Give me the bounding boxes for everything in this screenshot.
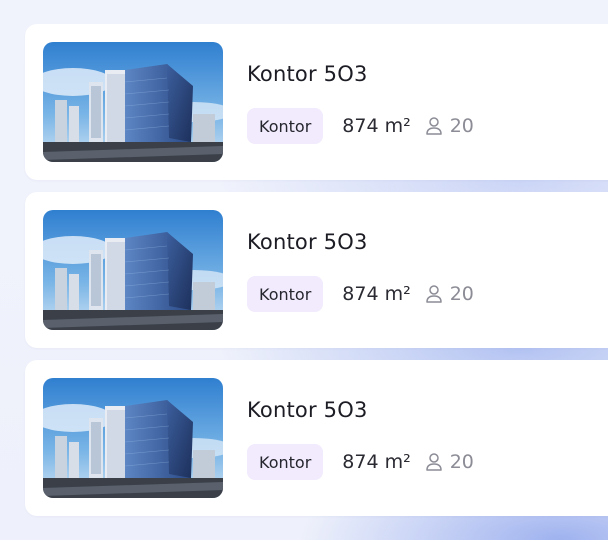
listing-photo: [43, 210, 223, 330]
listing-meta: Kontor 874 m² 20: [247, 444, 474, 480]
capacity: 20: [425, 451, 474, 473]
person-icon: [425, 453, 442, 471]
capacity-value: 20: [449, 283, 474, 305]
listing-meta: Kontor 874 m² 20: [247, 276, 474, 312]
listing-list: Kontor 5O3 Kontor 874 m² 20 Kontor 5O3 K…: [25, 24, 608, 528]
capacity: 20: [425, 115, 474, 137]
listing-meta: Kontor 874 m² 20: [247, 108, 474, 144]
type-tag: Kontor: [247, 108, 324, 144]
capacity: 20: [425, 283, 474, 305]
person-icon: [425, 117, 442, 135]
capacity-value: 20: [449, 451, 474, 473]
type-tag: Kontor: [247, 276, 324, 312]
listing-photo: [43, 42, 223, 162]
listing-card[interactable]: Kontor 5O3 Kontor 874 m² 20: [25, 24, 608, 180]
person-icon: [425, 285, 442, 303]
listing-title: Kontor 5O3: [247, 398, 368, 422]
listing-title: Kontor 5O3: [247, 230, 368, 254]
area-value: 874 m²: [342, 283, 411, 305]
capacity-value: 20: [449, 115, 474, 137]
listing-title: Kontor 5O3: [247, 62, 368, 86]
listing-card[interactable]: Kontor 5O3 Kontor 874 m² 20: [25, 360, 608, 516]
area-value: 874 m²: [342, 451, 411, 473]
type-tag: Kontor: [247, 444, 324, 480]
area-value: 874 m²: [342, 115, 411, 137]
listing-card[interactable]: Kontor 5O3 Kontor 874 m² 20: [25, 192, 608, 348]
listing-photo: [43, 378, 223, 498]
